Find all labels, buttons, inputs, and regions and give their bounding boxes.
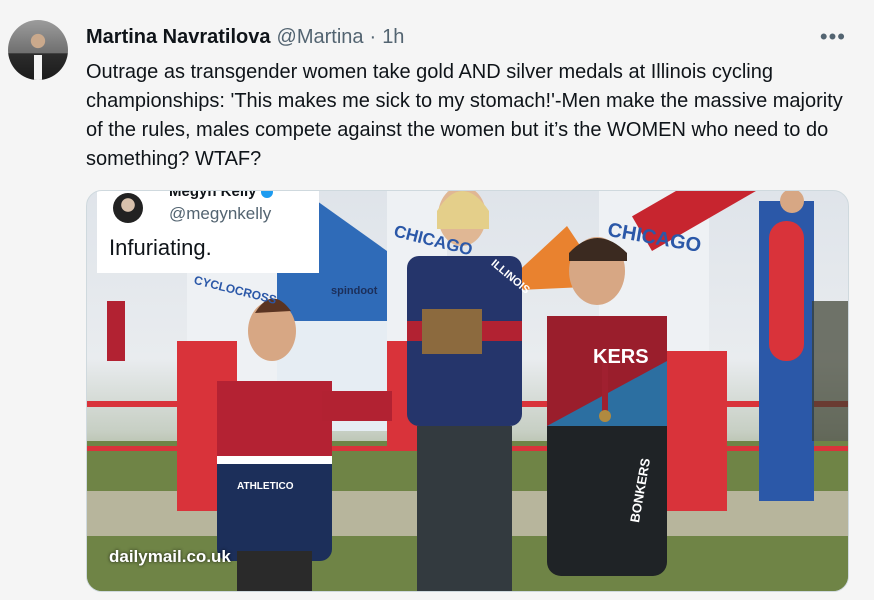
- verified-badge-icon: [260, 191, 273, 199]
- sign-spindoot: spindoot: [331, 285, 378, 297]
- quoted-author-handle: @megynkelly: [169, 204, 272, 223]
- tweet-header: Martina Navratilova @Martina · 1h: [86, 22, 404, 52]
- author-name[interactable]: Martina Navratilova: [86, 26, 271, 49]
- quoted-tweet-text: Infuriating.: [109, 235, 212, 260]
- quoted-author-avatar: [113, 193, 143, 223]
- separator-dot: ·: [369, 25, 377, 48]
- quoted-tweet-card[interactable]: Megyn Kelly @megynkelly Infuriating.: [97, 191, 319, 273]
- tweet-media-image[interactable]: CHICAGO CHICAGO CYCLOCROSS spindoot ATHL…: [86, 190, 849, 592]
- tweet-time[interactable]: 1h: [382, 26, 404, 49]
- quoted-author-name: Megyn Kelly: [169, 191, 273, 200]
- watermark: dailymail.co.uk: [109, 547, 231, 566]
- tweet[interactable]: Martina Navratilova @Martina · 1h ••• Ou…: [0, 0, 874, 600]
- more-options-icon[interactable]: •••: [820, 24, 846, 50]
- author-handle[interactable]: @Martina: [277, 26, 364, 49]
- jersey-right-chest-text: KERS: [593, 346, 649, 368]
- author-avatar[interactable]: [8, 20, 68, 80]
- jersey-left-text: ATHLETICO: [237, 481, 294, 492]
- tweet-text: Outrage as transgender women take gold A…: [86, 61, 843, 170]
